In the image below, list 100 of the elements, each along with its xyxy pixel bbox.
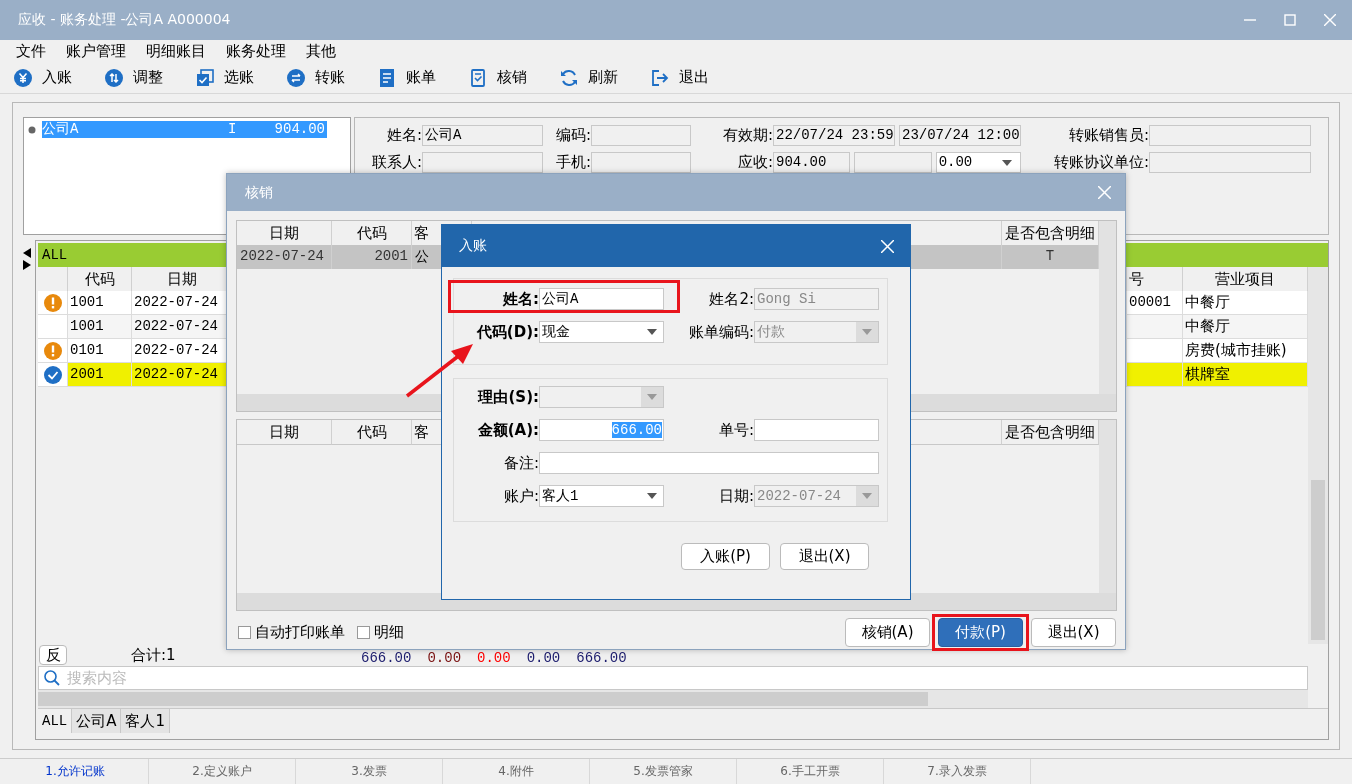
- caret-icon: [647, 329, 657, 335]
- text-field[interactable]: 22/07/24 23:59: [773, 125, 895, 146]
- menu-item[interactable]: 账务处理: [216, 41, 296, 61]
- text-field[interactable]: 公司A: [539, 288, 664, 310]
- annotation-arrow: [405, 344, 473, 398]
- field-label: 备注:: [502, 453, 539, 473]
- sum-value: 0.00: [427, 650, 462, 666]
- field-label: 单号:: [717, 420, 754, 440]
- close-icon[interactable]: [881, 239, 894, 253]
- table-cell: 2001: [68, 363, 132, 387]
- scroll-left-icon[interactable]: [23, 248, 31, 258]
- caret-icon: [862, 493, 872, 499]
- field-label: 转账协议单位:: [1052, 152, 1149, 173]
- toolbar-button[interactable]: 入账: [14, 68, 105, 87]
- caret-icon: [862, 329, 872, 335]
- tab[interactable]: 4.附件: [443, 759, 590, 784]
- dialog-button[interactable]: 核销(A): [845, 618, 930, 647]
- dropdown[interactable]: 0.00: [935, 152, 1021, 173]
- stacked-squares-icon: [196, 68, 214, 87]
- window-title: 应收 - 账务处理 -公司A A000004: [18, 11, 232, 29]
- field-label: 账户:: [502, 486, 539, 506]
- toolbar-button[interactable]: 刷新: [560, 68, 651, 87]
- field-label: 日期:: [717, 486, 754, 506]
- swap-vertical-icon: [105, 68, 123, 87]
- currency-icon: [14, 68, 32, 87]
- scroll-right-icon[interactable]: [23, 260, 31, 270]
- dialog-button[interactable]: 退出(X): [780, 543, 869, 570]
- dialog-button[interactable]: 退出(X): [1031, 618, 1116, 647]
- checkbox[interactable]: [238, 626, 251, 639]
- dialog-button[interactable]: 入账(P): [681, 543, 770, 570]
- checkbox-label: 明细: [374, 623, 404, 642]
- tab[interactable]: 2.定义账户: [149, 759, 296, 784]
- field-label: 代码(D):: [475, 322, 539, 342]
- tab[interactable]: 3.发票: [296, 759, 443, 784]
- text-field[interactable]: [422, 152, 543, 173]
- search-icon: [44, 670, 60, 686]
- text-field[interactable]: [754, 419, 879, 441]
- scrollbar[interactable]: [1099, 221, 1116, 394]
- column-header: 日期: [237, 420, 332, 445]
- tab[interactable]: 7.录入发票: [884, 759, 1031, 784]
- search-field[interactable]: 搜索内容: [38, 666, 1308, 690]
- field-label: 应收:: [736, 152, 773, 173]
- text-field[interactable]: 公司A: [422, 125, 543, 146]
- caret-icon: [1002, 159, 1012, 166]
- toolbar-button[interactable]: 退出: [651, 68, 742, 87]
- tab[interactable]: 1.允许记账: [2, 759, 149, 784]
- scrollbar[interactable]: [1099, 420, 1116, 593]
- arrows-icon: [287, 68, 305, 87]
- table-cell: 2001: [332, 245, 412, 269]
- sum-value: 666.00: [361, 650, 412, 666]
- bullet-icon: [28, 125, 36, 134]
- text-field[interactable]: [1149, 152, 1311, 173]
- text-field[interactable]: 23/07/24 12:00: [899, 125, 1021, 146]
- menu-item[interactable]: 文件: [6, 41, 56, 61]
- checked-document-icon: [469, 68, 487, 87]
- maximize-icon: [1284, 14, 1296, 26]
- account-type: I: [228, 121, 238, 138]
- checkbox-label: 自动打印账单: [255, 623, 345, 642]
- text-field[interactable]: [539, 452, 879, 474]
- text-field[interactable]: [591, 125, 691, 146]
- dropdown[interactable]: 现金: [539, 321, 664, 343]
- dropdown[interactable]: 客人1: [539, 485, 664, 507]
- menu-item[interactable]: 明细账目: [136, 41, 216, 61]
- field-label: 姓名:: [502, 289, 539, 309]
- field-label: 编码:: [554, 125, 591, 146]
- caret-icon: [647, 493, 657, 499]
- tab[interactable]: 公司A: [72, 709, 122, 733]
- field-label: 姓名2:: [708, 289, 754, 309]
- toolbar-button[interactable]: 转账: [287, 68, 378, 87]
- scrollbar[interactable]: [38, 690, 1308, 708]
- dialog-button[interactable]: 付款(P): [938, 618, 1023, 647]
- text-field[interactable]: [1149, 125, 1311, 146]
- checkbox[interactable]: [357, 626, 370, 639]
- field-label: 联系人:: [370, 152, 422, 173]
- close-icon: [1324, 14, 1336, 26]
- tab[interactable]: 客人1: [121, 709, 171, 733]
- total-label: 合计:1: [131, 645, 177, 665]
- sum-value: 0.00: [526, 650, 561, 666]
- field-label: 理由(S):: [476, 387, 539, 407]
- field-label: 手机:: [554, 152, 591, 173]
- toolbar-button[interactable]: 核销: [469, 68, 560, 87]
- text-field[interactable]: [854, 152, 932, 173]
- text-field[interactable]: 904.00: [773, 152, 851, 173]
- menu-item[interactable]: 账户管理: [56, 41, 136, 61]
- tab[interactable]: 6.手工开票: [737, 759, 884, 784]
- exit-icon: [651, 68, 669, 87]
- toolbar-button[interactable]: 调整: [105, 68, 196, 87]
- text-field[interactable]: [591, 152, 691, 173]
- toolbar-button[interactable]: 账单: [378, 68, 469, 87]
- account-amount: 904.00: [273, 121, 326, 138]
- sum-value: 666.00: [576, 650, 627, 666]
- field-label: 有效期:: [721, 125, 773, 146]
- reverse-button[interactable]: 反: [39, 645, 67, 665]
- account-name: 公司A: [42, 121, 80, 138]
- toolbar-button[interactable]: 选账: [196, 68, 287, 87]
- scrollbar[interactable]: [1308, 267, 1328, 644]
- tab[interactable]: 5.发票管家: [590, 759, 737, 784]
- menu-item[interactable]: 其他: [296, 41, 346, 61]
- column-header: 代码: [332, 420, 412, 445]
- field-label: 转账销售员:: [1067, 125, 1149, 146]
